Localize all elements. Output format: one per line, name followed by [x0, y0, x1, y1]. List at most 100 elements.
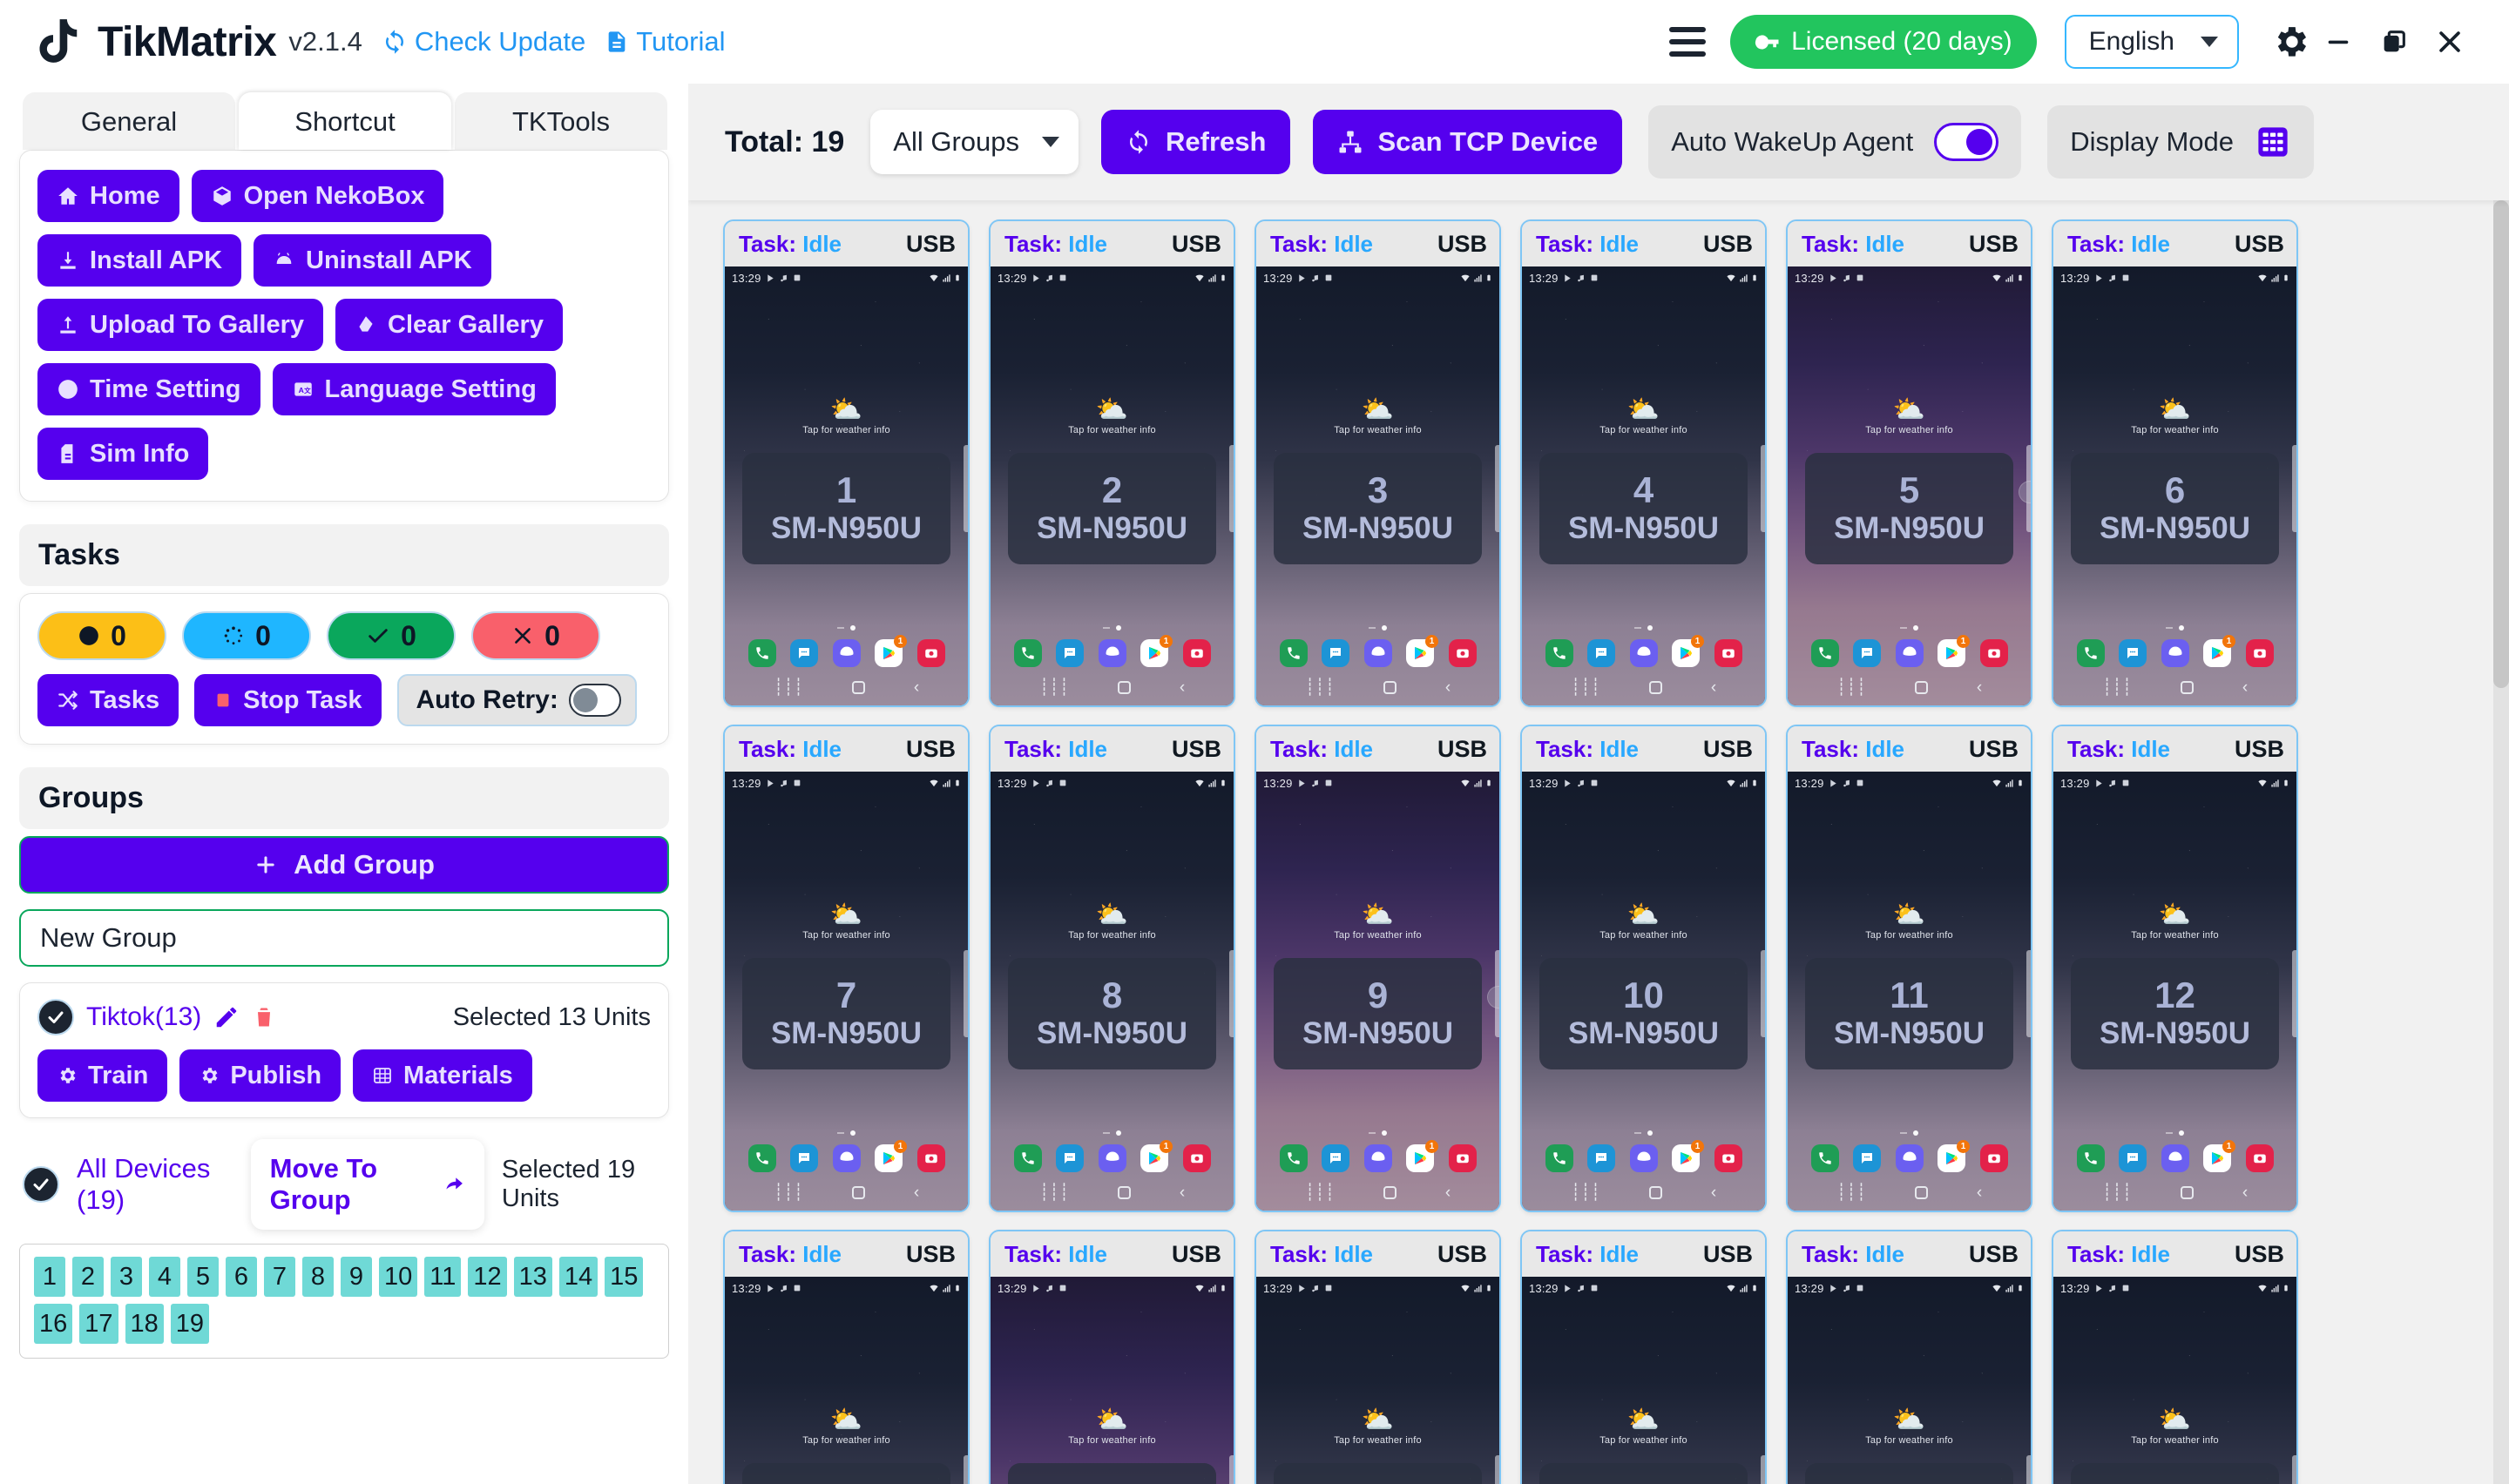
- device-card[interactable]: Task: Idle USB 13:29 ⛅ Tap for weather i…: [2052, 219, 2298, 707]
- messages-app-icon[interactable]: [2119, 639, 2147, 667]
- device-number-chip[interactable]: 5: [187, 1257, 219, 1297]
- back-nav-icon[interactable]: ‹: [1180, 679, 1185, 696]
- check-update-link[interactable]: Check Update: [382, 26, 585, 57]
- maximize-button[interactable]: [2366, 14, 2422, 70]
- minimize-button[interactable]: [2310, 14, 2366, 70]
- home-nav-icon[interactable]: [1914, 680, 1928, 694]
- device-screen-preview[interactable]: 13:29 ⛅ Tap for weather info 1 SM-N950U: [725, 266, 968, 705]
- recents-nav-icon[interactable]: ┊┊┊: [774, 679, 803, 696]
- camera-app-icon[interactable]: [916, 639, 945, 667]
- vertical-scrollbar[interactable]: [2493, 200, 2509, 1484]
- device-screen-preview[interactable]: 13:29 ⛅ Tap for weather info 12 SM-N950U: [2053, 772, 2296, 1211]
- device-number-chip[interactable]: 7: [264, 1257, 295, 1297]
- messages-app-icon[interactable]: [2119, 1144, 2147, 1172]
- recents-nav-icon[interactable]: ┊┊┊: [1305, 1184, 1335, 1201]
- device-number-chip[interactable]: 4: [149, 1257, 180, 1297]
- device-number-chip[interactable]: 15: [605, 1257, 644, 1297]
- delete-group-button[interactable]: [252, 1004, 276, 1030]
- browser-app-icon[interactable]: [2161, 1144, 2189, 1172]
- phone-app-icon[interactable]: [747, 1144, 776, 1172]
- device-screen-preview[interactable]: 13:29 ⛅ Tap for weather info 2 SM-N950U: [991, 266, 1234, 705]
- camera-app-icon[interactable]: [2245, 639, 2274, 667]
- open-nekobox-button[interactable]: Open NekoBox: [191, 170, 444, 222]
- display-mode-control[interactable]: Display Mode: [2047, 105, 2315, 179]
- edge-panel-handle[interactable]: [1495, 1455, 1499, 1484]
- device-number-chip[interactable]: 17: [79, 1304, 118, 1344]
- browser-app-icon[interactable]: [1098, 1144, 1126, 1172]
- phone-app-icon[interactable]: [1810, 639, 1839, 667]
- browser-app-icon[interactable]: [1098, 639, 1126, 667]
- phone-app-icon[interactable]: [1013, 1144, 1042, 1172]
- edge-panel-handle[interactable]: [964, 1455, 968, 1484]
- phone-app-icon[interactable]: [2076, 639, 2105, 667]
- edit-group-button[interactable]: [213, 1004, 240, 1030]
- home-nav-icon[interactable]: [851, 680, 865, 694]
- play-store-app-icon[interactable]: 1: [1406, 635, 1438, 667]
- device-number-chip[interactable]: 16: [34, 1304, 73, 1344]
- camera-app-icon[interactable]: [916, 1144, 945, 1172]
- weather-widget[interactable]: ⛅ Tap for weather info: [991, 1407, 1234, 1447]
- device-number-chip[interactable]: 9: [341, 1257, 372, 1297]
- scan-tcp-device-button[interactable]: Scan TCP Device: [1313, 110, 1623, 174]
- device-number-chip[interactable]: 11: [424, 1257, 462, 1297]
- auto-retry-control[interactable]: Auto Retry:: [396, 674, 637, 726]
- device-screen-preview[interactable]: 13:29 ⛅ Tap for weather info 13 SM-N950U: [725, 1277, 968, 1484]
- device-card[interactable]: Task: Idle USB 13:29 ⛅ Tap for weather i…: [723, 219, 970, 707]
- edge-panel-handle[interactable]: [1761, 1455, 1765, 1484]
- play-store-app-icon[interactable]: 1: [1938, 635, 1970, 667]
- recents-nav-icon[interactable]: ┊┊┊: [1305, 679, 1335, 696]
- recents-nav-icon[interactable]: ┊┊┊: [2102, 1184, 2132, 1201]
- device-number-chip[interactable]: 3: [111, 1257, 142, 1297]
- stat-pending[interactable]: 0: [37, 611, 166, 660]
- back-nav-icon[interactable]: ‹: [1711, 1184, 1716, 1201]
- back-nav-icon[interactable]: ‹: [914, 679, 919, 696]
- device-number-chip[interactable]: 2: [72, 1257, 104, 1297]
- weather-widget[interactable]: ⛅ Tap for weather info: [1788, 397, 2031, 436]
- recents-nav-icon[interactable]: ┊┊┊: [1836, 1184, 1866, 1201]
- camera-app-icon[interactable]: [2245, 1144, 2274, 1172]
- recents-nav-icon[interactable]: ┊┊┊: [1836, 679, 1866, 696]
- close-button[interactable]: [2422, 14, 2478, 70]
- home-nav-icon[interactable]: [1117, 680, 1131, 694]
- camera-app-icon[interactable]: [1448, 1144, 1477, 1172]
- device-number-chip[interactable]: 19: [170, 1304, 210, 1344]
- browser-app-icon[interactable]: [1629, 1144, 1658, 1172]
- messages-app-icon[interactable]: [1056, 1144, 1084, 1172]
- language-setting-button[interactable]: A文 Language Setting: [272, 363, 556, 415]
- messages-app-icon[interactable]: [1587, 639, 1615, 667]
- play-store-app-icon[interactable]: 1: [1938, 1140, 1970, 1172]
- camera-app-icon[interactable]: [1448, 639, 1477, 667]
- stat-failed[interactable]: 0: [471, 611, 600, 660]
- device-card[interactable]: Task: Idle USB 13:29 ⛅ Tap for weather i…: [2052, 725, 2298, 1212]
- back-nav-icon[interactable]: ‹: [2242, 679, 2248, 696]
- phone-app-icon[interactable]: [1810, 1144, 1839, 1172]
- weather-widget[interactable]: ⛅ Tap for weather info: [1788, 1407, 2031, 1447]
- tutorial-link[interactable]: Tutorial: [605, 26, 725, 57]
- device-screen-preview[interactable]: 13:29 ⛅ Tap for weather info 7 SM-N950U: [725, 772, 968, 1211]
- recents-nav-icon[interactable]: ┊┊┊: [774, 1184, 803, 1201]
- device-number-chip[interactable]: 14: [558, 1257, 599, 1297]
- device-screen-preview[interactable]: 13:29 ⛅ Tap for weather info 8 SM-N950U: [991, 772, 1234, 1211]
- phone-app-icon[interactable]: [1545, 639, 1573, 667]
- device-card[interactable]: Task: Idle USB 13:29 ⛅ Tap for weather i…: [1254, 219, 1501, 707]
- device-screen-preview[interactable]: 13:29 ⛅ Tap for weather info 4 SM-N950U: [1522, 266, 1765, 705]
- browser-app-icon[interactable]: [1895, 1144, 1924, 1172]
- camera-app-icon[interactable]: [1714, 1144, 1742, 1172]
- device-number-chip[interactable]: 12: [468, 1257, 507, 1297]
- weather-widget[interactable]: ⛅ Tap for weather info: [2053, 1407, 2296, 1447]
- group-checkbox[interactable]: [37, 999, 74, 1035]
- device-card[interactable]: Task: Idle USB 13:29 ⛅ Tap for weather i…: [1520, 219, 1767, 707]
- phone-app-icon[interactable]: [747, 639, 776, 667]
- language-select[interactable]: English: [2064, 15, 2239, 69]
- recents-nav-icon[interactable]: ┊┊┊: [1039, 1184, 1069, 1201]
- device-card[interactable]: Task: Idle USB 13:29 ⛅ Tap for weather i…: [1254, 725, 1501, 1212]
- camera-app-icon[interactable]: [1182, 1144, 1211, 1172]
- weather-widget[interactable]: ⛅ Tap for weather info: [2053, 902, 2296, 941]
- device-screen-preview[interactable]: 13:29 ⛅ Tap for weather info 9 SM-N950U: [1256, 772, 1499, 1211]
- device-screen-preview[interactable]: 13:29 ⛅ Tap for weather info 6 SM-N950U: [2053, 266, 2296, 705]
- browser-app-icon[interactable]: [832, 639, 861, 667]
- edge-panel-handle[interactable]: [1229, 1455, 1234, 1484]
- edge-panel-handle[interactable]: [964, 445, 968, 532]
- home-nav-icon[interactable]: [1117, 1185, 1131, 1199]
- device-screen-preview[interactable]: 13:29 ⛅ Tap for weather info 3 SM-N950U: [1256, 266, 1499, 705]
